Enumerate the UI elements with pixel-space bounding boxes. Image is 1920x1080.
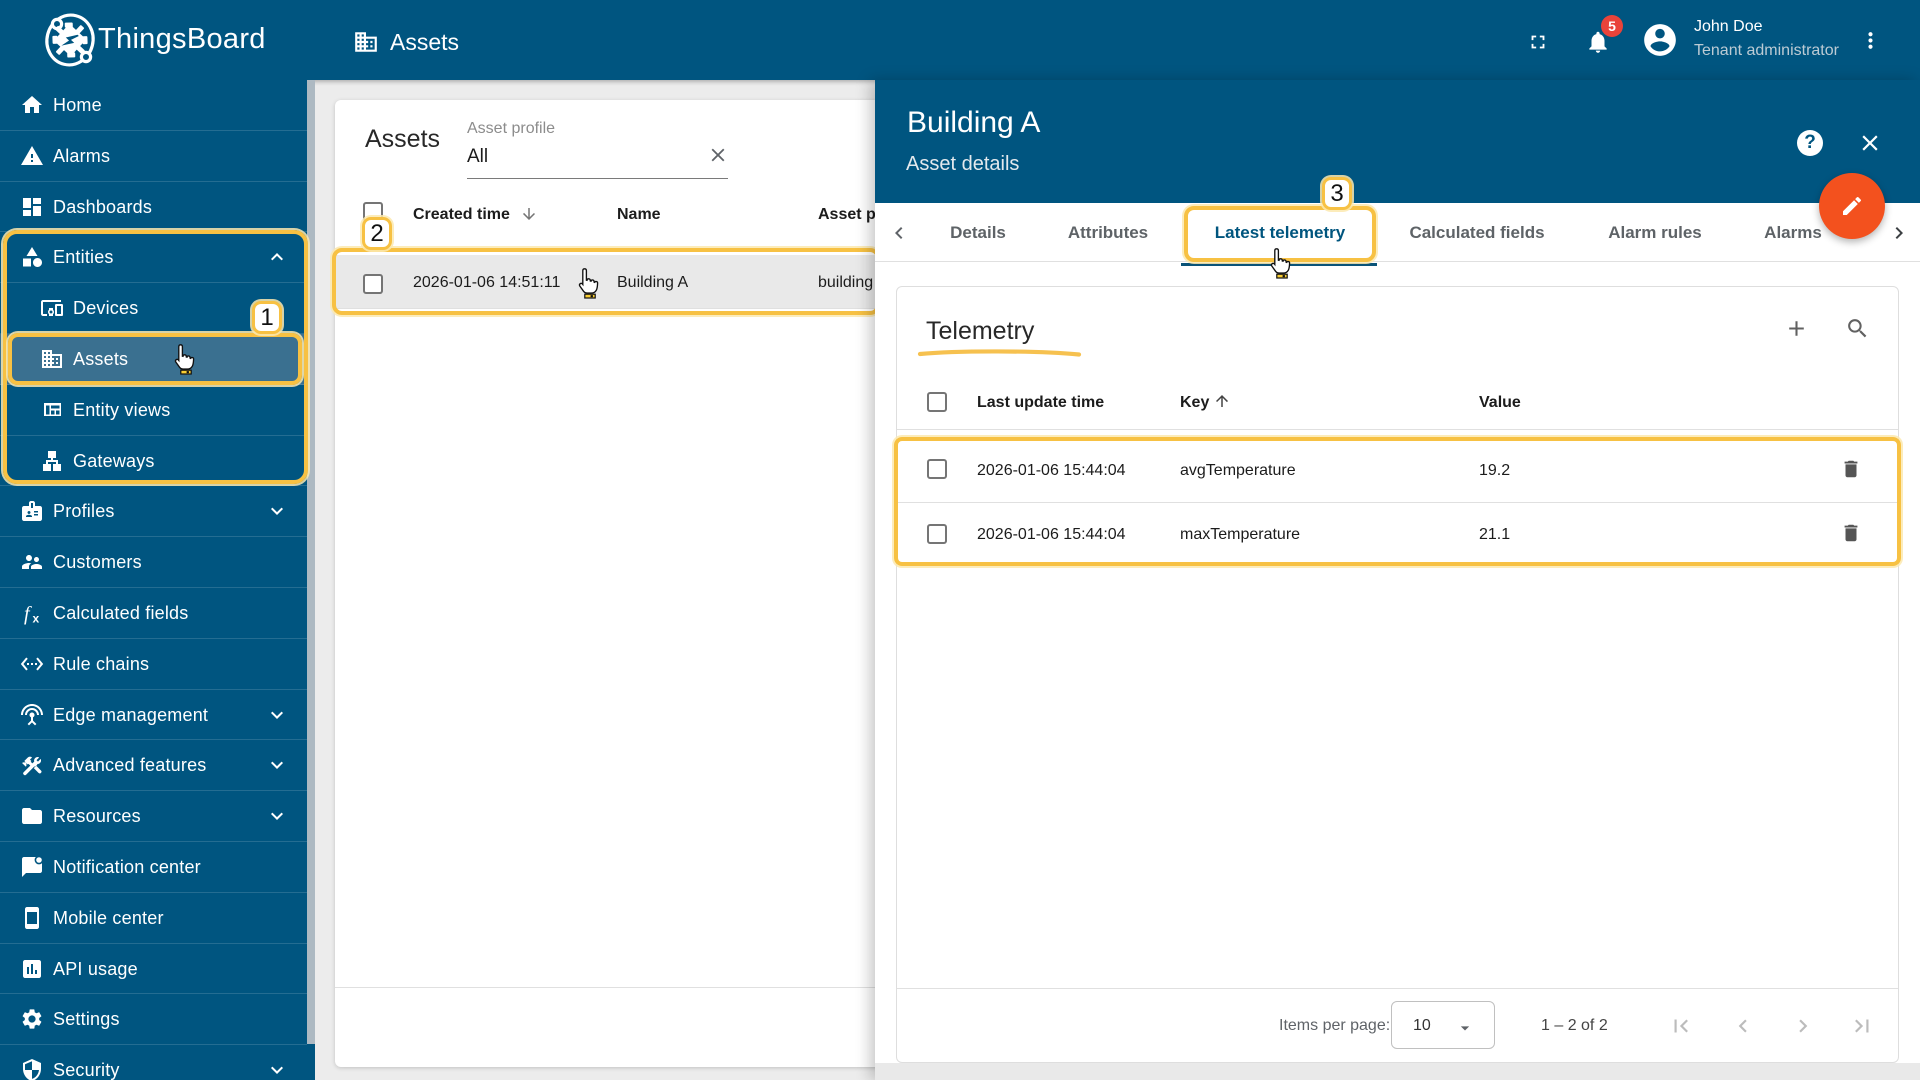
svg-text:x: x (33, 611, 40, 625)
svg-text:f: f (24, 603, 32, 625)
